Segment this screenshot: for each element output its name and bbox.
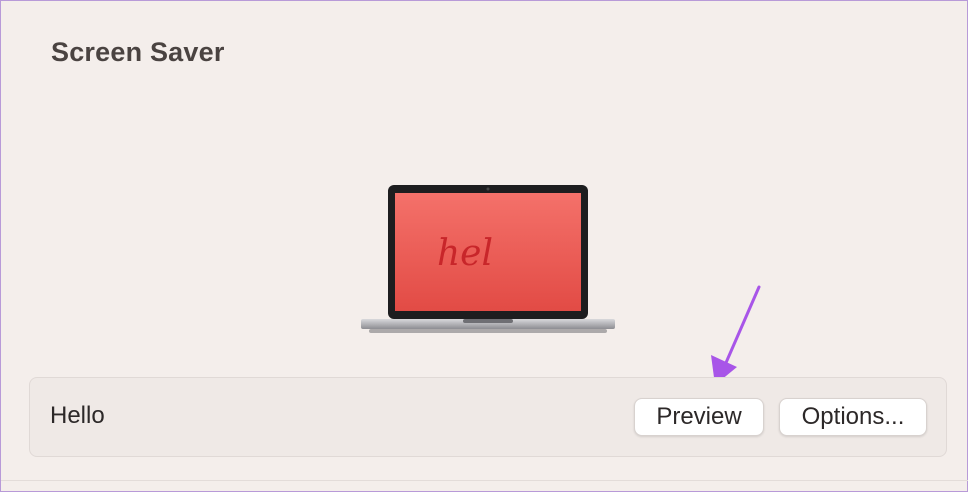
laptop-preview-icon: hel — [361, 185, 615, 333]
screen-saver-preview: hel — [359, 183, 619, 343]
section-title: Screen Saver — [51, 37, 225, 67]
options-button[interactable]: Options... — [779, 398, 927, 436]
screen-saver-name: Hello — [50, 402, 105, 429]
settings-pane: Screen Saver hel Hello Preview Options..… — [0, 0, 968, 492]
preview-button[interactable]: Preview — [634, 398, 764, 436]
screen-saver-row: Hello Preview Options... — [29, 377, 947, 457]
screen-handwriting: hel — [437, 233, 493, 274]
divider — [1, 480, 968, 481]
